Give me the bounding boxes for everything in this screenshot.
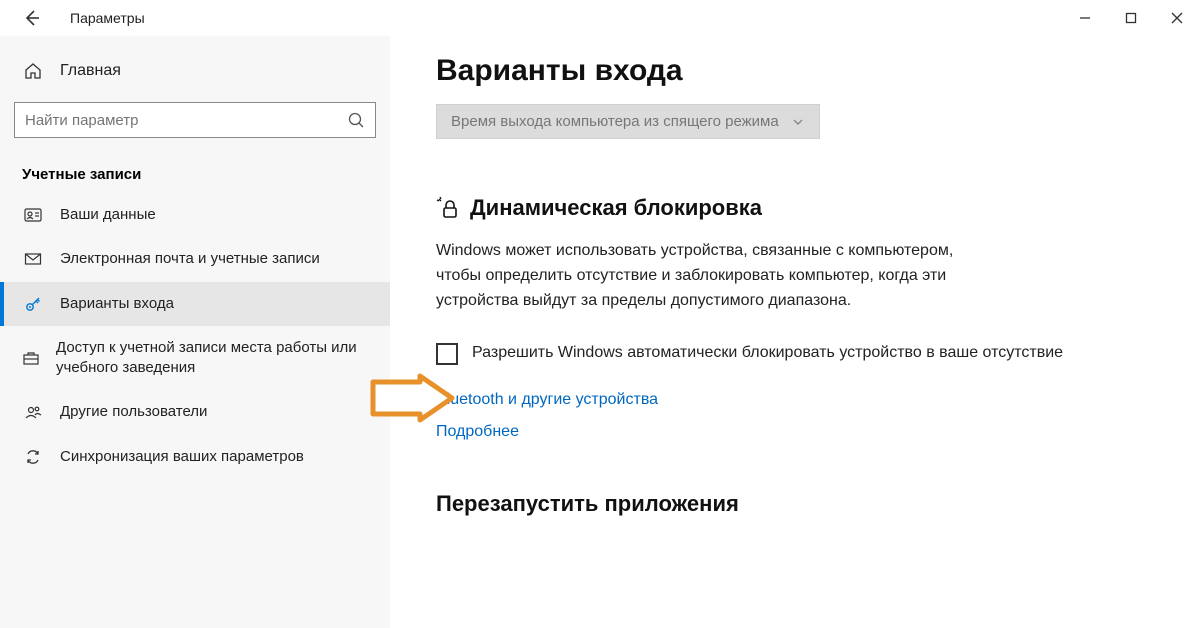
dynamic-lock-checkbox[interactable] [436,343,458,365]
sidebar-home[interactable]: Главная [0,54,390,88]
mail-icon [22,250,44,268]
sidebar-item-your-info[interactable]: Ваши данные [0,193,390,237]
dynamic-lock-heading: Динамическая блокировка [436,195,1160,221]
dropdown-label: Время выхода компьютера из спящего режим… [451,113,779,130]
sidebar-item-label: Варианты входа [60,294,190,314]
search-input[interactable] [25,112,347,129]
briefcase-icon [22,349,40,367]
sidebar-item-sync[interactable]: Синхронизация ваших параметров [0,435,390,479]
close-button[interactable] [1154,0,1200,36]
maximize-icon [1125,12,1137,24]
home-icon [22,62,44,80]
window-controls [1062,0,1200,36]
sidebar-item-work-school[interactable]: Доступ к учетной записи места работы или… [0,326,390,391]
dynamic-lock-checkbox-label: Разрешить Windows автоматически блокиров… [472,341,1063,365]
dynamic-lock-description: Windows может использовать устройства, с… [436,239,996,313]
users-icon [22,403,44,421]
sidebar-item-email[interactable]: Электронная почта и учетные записи [0,237,390,281]
sync-icon [22,448,44,466]
link-bluetooth-devices[interactable]: Bluetooth и другие устройства [436,391,1160,409]
content-pane: Варианты входа Время выхода компьютера и… [390,36,1200,628]
sidebar-item-label: Электронная почта и учетные записи [60,249,336,269]
dynamic-lock-title: Динамическая блокировка [470,195,762,221]
sidebar-home-label: Главная [60,62,121,80]
back-button[interactable] [18,4,46,32]
minimize-button[interactable] [1062,0,1108,36]
minimize-icon [1079,12,1091,24]
close-icon [1171,12,1183,24]
sidebar-item-label: Синхронизация ваших параметров [60,447,320,467]
page-title: Варианты входа [436,54,1160,88]
sidebar-item-signin-options[interactable]: Варианты входа [0,282,390,326]
search-icon [347,111,365,129]
sidebar-item-other-users[interactable]: Другие пользователи [0,390,390,434]
maximize-button[interactable] [1108,0,1154,36]
window-title: Параметры [70,10,145,26]
link-learn-more[interactable]: Подробнее [436,423,1160,441]
sidebar-item-label: Ваши данные [60,205,172,225]
sidebar-item-label: Другие пользователи [60,402,223,422]
sidebar: Главная Учетные записи Ваши данные [0,36,390,628]
titlebar: Параметры [0,0,1200,36]
sidebar-item-label: Доступ к учетной записи места работы или… [56,338,390,379]
chevron-down-icon [791,115,805,129]
person-card-icon [22,206,44,224]
dynamic-lock-checkbox-row: Разрешить Windows автоматически блокиров… [436,341,1096,365]
arrow-left-icon [22,8,42,28]
sleep-timeout-dropdown[interactable]: Время выхода компьютера из спящего режим… [436,104,820,139]
search-box[interactable] [14,102,376,138]
sidebar-category: Учетные записи [22,166,390,183]
dynamic-lock-icon [436,196,460,220]
key-icon [22,295,44,313]
restart-apps-heading: Перезапустить приложения [436,491,1160,517]
